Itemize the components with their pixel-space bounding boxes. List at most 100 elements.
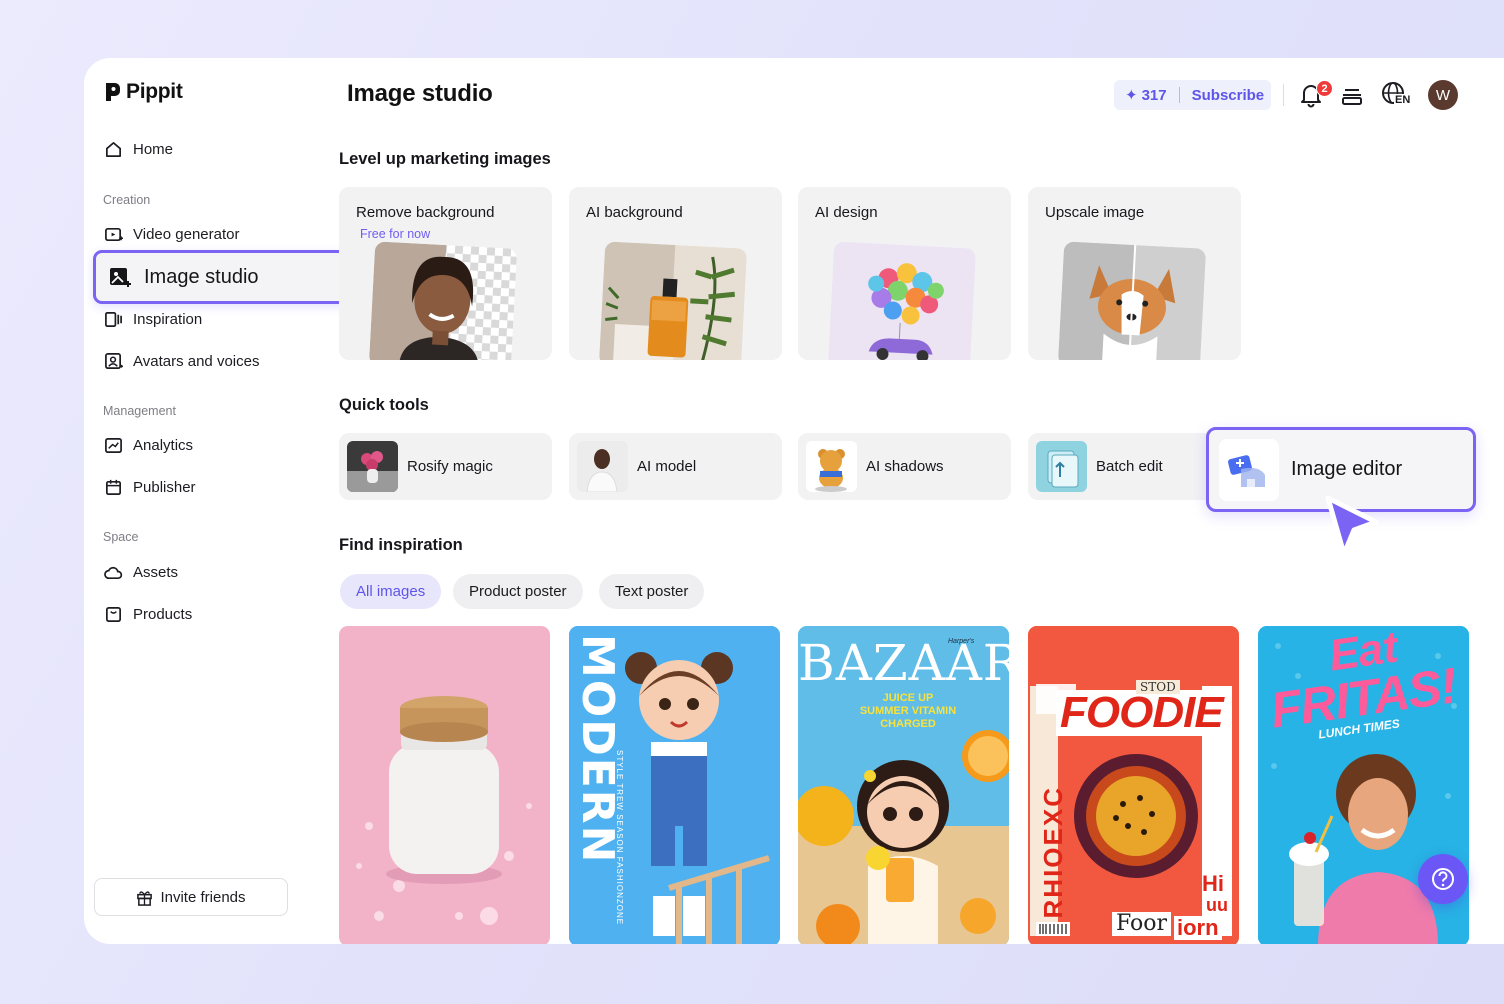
cloud-icon <box>104 566 123 580</box>
sidebar-item-image-studio[interactable]: Image studio <box>93 250 351 304</box>
language-code: EN <box>1394 94 1412 106</box>
balloon-car-image <box>827 241 977 360</box>
invite-friends-button[interactable]: Invite friends <box>94 878 288 916</box>
tool-label: AI model <box>637 458 697 475</box>
teddy-bear-thumbnail <box>806 441 857 492</box>
section-label-space: Space <box>103 530 139 544</box>
sidebar-item-inspiration[interactable]: Inspiration <box>104 310 202 329</box>
tool-ai-shadows[interactable]: AI shadows <box>798 433 1011 500</box>
logo[interactable]: Pippit <box>104 80 183 104</box>
poster-subtext: JUICE UP SUMMER VITAMIN CHARGED <box>859 692 957 730</box>
sidebar-item-publisher[interactable]: Publisher <box>104 478 196 497</box>
image-studio-icon <box>110 268 131 287</box>
language-switcher[interactable]: EN <box>1381 80 1415 110</box>
header-divider <box>1283 84 1284 106</box>
sidebar-item-label: Home <box>133 141 174 158</box>
perfume-bottle-image <box>598 241 748 360</box>
image-editor-icon <box>1219 438 1279 501</box>
card-sub-label: Free for now <box>360 227 431 241</box>
poster-headline: MODERN <box>572 634 623 865</box>
poster-top-text: STOD <box>1136 680 1180 694</box>
filter-all-images[interactable]: All images <box>340 574 442 609</box>
section-label-creation: Creation <box>103 193 151 207</box>
avatar-voice-icon <box>105 353 123 370</box>
calendar-icon <box>105 479 122 496</box>
invite-label: Invite friends <box>160 888 246 906</box>
sidebar-item-video-generator[interactable]: Video generator <box>104 225 239 244</box>
filter-product-poster[interactable]: Product poster <box>453 574 583 609</box>
sidebar-item-label: Products <box>133 606 193 623</box>
tool-label: Image editor <box>1291 458 1403 480</box>
sidebar-item-label: Inspiration <box>133 311 203 328</box>
product-box-icon <box>105 606 122 623</box>
section-title-quick-tools: Quick tools <box>339 396 429 414</box>
poster-bottom-text: Foor <box>1112 912 1172 936</box>
poster-tiny-text: Harper's <box>948 638 975 645</box>
poster-bazaar[interactable]: BAZAAR Harper's JUICE UP SUMMER VITAMIN … <box>798 626 1009 944</box>
poster-foodie[interactable]: FOODIE STOD RHIOEXC Foor Hi uu iorn <box>1028 626 1239 944</box>
sidebar-item-label: Analytics <box>133 437 194 454</box>
page-title: Image studio <box>347 80 493 107</box>
batch-edit-thumbnail <box>1036 441 1087 492</box>
video-generator-icon <box>105 227 123 242</box>
poster-stack-text-2: uu <box>1206 895 1228 915</box>
sidebar-item-label: Publisher <box>133 479 196 496</box>
card-label: AI design <box>815 204 878 221</box>
sidebar-item-label: Assets <box>133 564 179 581</box>
user-avatar[interactable]: W <box>1428 80 1458 110</box>
woman-portrait-image <box>368 241 518 360</box>
model-man-thumbnail <box>577 441 628 492</box>
notification-badge: 2 <box>1316 80 1333 97</box>
card-ai-background[interactable]: AI background <box>569 187 782 360</box>
sidebar: Pippit Home Creation Video generator Ima… <box>84 58 351 944</box>
help-button[interactable] <box>1418 854 1468 904</box>
home-icon <box>105 141 122 158</box>
analytics-icon <box>105 437 122 454</box>
sidebar-item-label: Video generator <box>133 226 240 243</box>
sidebar-item-label: Avatars and voices <box>133 353 260 370</box>
credit-count: 317 <box>1141 86 1167 104</box>
card-label: AI background <box>586 204 683 221</box>
inspiration-icon <box>105 311 122 328</box>
divider <box>1178 87 1180 103</box>
flower-vase-thumbnail <box>347 441 398 492</box>
app-name: Pippit <box>126 80 183 103</box>
sidebar-item-avatars-and-voices[interactable]: Avatars and voices <box>104 352 259 371</box>
app-window: Pippit Home Creation Video generator Ima… <box>84 58 1504 944</box>
poster-headline: BAZAAR <box>798 634 1009 692</box>
subscribe-link[interactable]: Subscribe <box>1192 87 1265 104</box>
sidebar-item-label: Image studio <box>144 265 259 288</box>
tool-label: Rosify magic <box>407 458 493 475</box>
help-icon <box>1432 868 1454 890</box>
pippit-logo-icon <box>106 83 120 101</box>
card-label: Remove background <box>356 204 495 221</box>
mouse-cursor-icon <box>1325 495 1379 557</box>
section-title-marketing: Level up marketing images <box>339 150 551 168</box>
card-ai-design[interactable]: AI design <box>798 187 1011 360</box>
corgi-image <box>1057 241 1207 360</box>
sidebar-item-analytics[interactable]: Analytics <box>104 436 193 455</box>
poster-headline: FOODIE <box>1056 690 1227 736</box>
poster-stack-text: Hi <box>1202 871 1224 896</box>
sidebar-item-products[interactable]: Products <box>104 605 192 624</box>
layers-icon[interactable] <box>1339 82 1365 108</box>
card-label: Upscale image <box>1045 204 1145 221</box>
sparkle-icon: ✦ <box>1125 87 1138 104</box>
tool-label: Batch edit <box>1096 458 1163 475</box>
poster-subtext: STYLE TREW SEASON FASHIONZONE <box>615 750 624 926</box>
card-remove-background[interactable]: Remove background Free for now <box>339 187 552 360</box>
poster-stack-text-3: iorn <box>1174 916 1222 940</box>
gift-icon <box>137 890 153 906</box>
tool-ai-model[interactable]: AI model <box>569 433 782 500</box>
sidebar-item-assets[interactable]: Assets <box>104 563 178 582</box>
credits-subscribe-pill[interactable]: ✦ 317 Subscribe <box>1114 80 1271 110</box>
card-upscale-image[interactable]: Upscale image <box>1028 187 1241 360</box>
section-label-management: Management <box>103 404 176 418</box>
poster-pink-jar[interactable] <box>339 626 550 944</box>
tool-label: AI shadows <box>866 458 944 475</box>
filter-text-poster[interactable]: Text poster <box>599 574 705 609</box>
poster-side-text: RHIOEXC <box>1038 786 1068 919</box>
sidebar-item-home[interactable]: Home <box>104 140 173 159</box>
poster-modern[interactable]: MODERN STYLE TREW SEASON FASHIONZONE <box>569 626 780 944</box>
tool-rosify-magic[interactable]: Rosify magic <box>339 433 552 500</box>
